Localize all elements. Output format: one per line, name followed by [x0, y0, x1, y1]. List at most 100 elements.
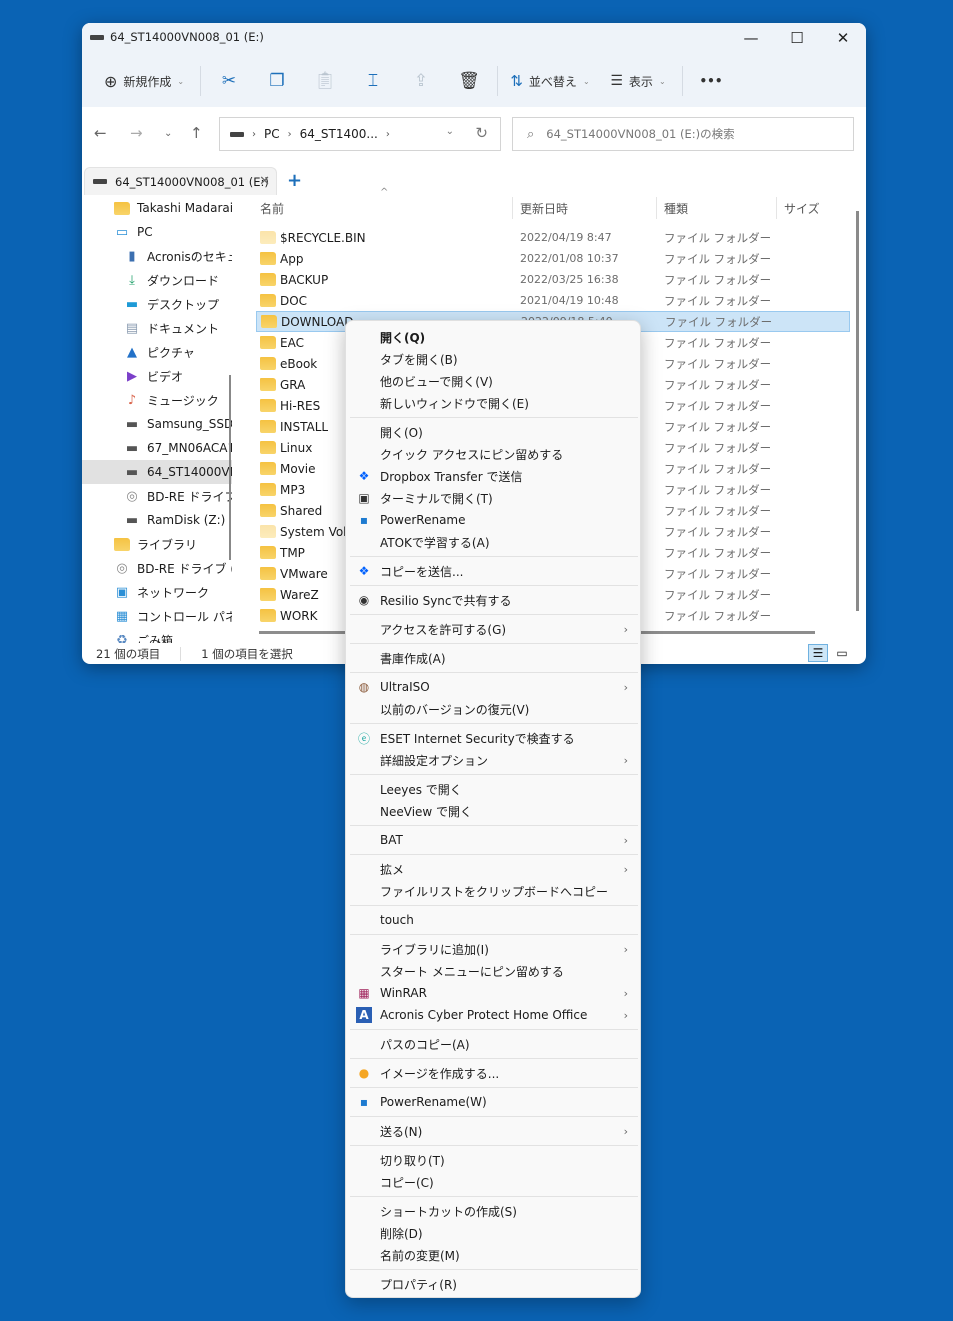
sidebar-item[interactable]: ライブラリ — [82, 532, 232, 556]
sidebar-item[interactable]: ◎ BD-RE ドライブ ( — [82, 484, 232, 508]
close-button[interactable]: ✕ — [820, 23, 866, 53]
breadcrumb-drive[interactable]: 64_ST1400... — [300, 127, 378, 141]
menu-item[interactable]: ライブラリに追加(I) › — [346, 938, 640, 960]
more-button[interactable]: ••• — [687, 65, 735, 97]
sidebar-item[interactable]: ▬ Samsung_SSD9 — [82, 412, 232, 436]
delete-button[interactable]: 🗑︎ — [445, 65, 493, 97]
file-type: ファイル フォルダー — [664, 293, 772, 308]
menu-item[interactable]: 切り取り(T) — [346, 1149, 640, 1171]
rename-button[interactable]: ⌶ — [349, 65, 397, 97]
column-name[interactable]: 名前 — [260, 200, 284, 217]
menu-item[interactable]: 開く(Q) — [346, 326, 640, 348]
menu-item[interactable]: 送る(N) › — [346, 1120, 640, 1142]
tiles-view-icon[interactable]: ▭ — [832, 644, 852, 662]
copy-button[interactable]: ❐ — [253, 65, 301, 97]
menu-item[interactable]: 拡メ › — [346, 858, 640, 880]
sidebar-item[interactable]: Takashi Madarai — [82, 196, 232, 220]
details-view-icon[interactable]: ☰ — [808, 644, 828, 662]
file-row[interactable]: BACKUP 2022/03/25 16:38 ファイル フォルダー — [256, 269, 850, 290]
column-size[interactable]: サイズ — [784, 200, 820, 217]
menu-item[interactable]: ⓔ ESET Internet Securityで検査する — [346, 727, 640, 749]
menu-item[interactable]: ▪ PowerRename — [346, 509, 640, 531]
sidebar-item[interactable]: ♻ ごみ箱 — [82, 628, 232, 644]
menu-item[interactable]: ◍ UltraISO › — [346, 676, 640, 698]
sidebar-item[interactable]: ⤓ ダウンロード — [82, 268, 232, 292]
file-row[interactable]: DOC 2021/04/19 10:48 ファイル フォルダー — [256, 290, 850, 311]
menu-item[interactable]: touch — [346, 909, 640, 931]
menu-item[interactable]: 削除(D) — [346, 1222, 640, 1244]
menu-item[interactable]: アクセスを許可する(G) › — [346, 618, 640, 640]
menu-item[interactable]: BAT › — [346, 829, 640, 851]
view-button[interactable]: ☰ 表示 ⌄ — [598, 65, 678, 97]
menu-item[interactable]: コピー(C) — [346, 1171, 640, 1193]
menu-item[interactable]: 開く(O) — [346, 421, 640, 443]
sidebar-item[interactable]: ♪ ミュージック — [82, 388, 232, 412]
menu-item[interactable]: ショートカットの作成(S) — [346, 1200, 640, 1222]
menu-item[interactable]: 詳細設定オプション › — [346, 749, 640, 771]
up-arrow-icon[interactable]: ↑ — [190, 124, 203, 142]
menu-item[interactable]: ❖ Dropbox Transfer で送信 — [346, 465, 640, 487]
menu-item[interactable]: A Acronis Cyber Protect Home Office › — [346, 1004, 640, 1026]
file-row[interactable]: $RECYCLE.BIN 2022/04/19 8:47 ファイル フォルダー — [256, 227, 850, 248]
recent-chevron-icon[interactable]: ⌄ — [164, 128, 172, 139]
file-row[interactable]: App 2022/01/08 10:37 ファイル フォルダー — [256, 248, 850, 269]
address-bar[interactable]: › PC › 64_ST1400... › ⌄ ↻ — [219, 117, 501, 151]
new-tab-icon[interactable]: + — [287, 170, 302, 191]
menu-item[interactable]: ▪ PowerRename(W) — [346, 1091, 640, 1113]
refresh-icon[interactable]: ↻ — [475, 124, 488, 142]
sidebar-item[interactable]: ▮ Acronisのセキュ — [82, 244, 232, 268]
menu-item[interactable]: 書庫作成(A) — [346, 647, 640, 669]
menu-item[interactable]: ◉ Resilio Syncで共有する — [346, 589, 640, 611]
sidebar-item[interactable]: ▬ 64_ST14000VN — [82, 460, 232, 484]
vertical-scrollbar[interactable] — [856, 211, 859, 611]
sidebar-item[interactable]: ▬ デスクトップ — [82, 292, 232, 316]
menu-item[interactable]: 以前のバージョンの復元(V) — [346, 698, 640, 720]
column-date[interactable]: 更新日時 — [520, 200, 568, 217]
column-type[interactable]: 種類 — [664, 200, 688, 217]
sidebar-item[interactable]: ▭ PC — [82, 220, 232, 244]
sidebar-item[interactable]: ◎ BD-RE ドライブ (M — [82, 556, 232, 580]
tab-drive[interactable]: 64_ST14000VN008_01 (E:) ✕ — [84, 167, 277, 195]
sidebar-item[interactable]: ▶ ビデオ — [82, 364, 232, 388]
menu-item[interactable]: スタート メニューにピン留めする — [346, 960, 640, 982]
menu-item[interactable]: ❖ コピーを送信... — [346, 560, 640, 582]
sidebar-item[interactable]: ▤ ドキュメント — [82, 316, 232, 340]
menu-item[interactable]: 新しいウィンドウで開く(E) — [346, 392, 640, 414]
menu-item[interactable]: Leeyes で開く — [346, 778, 640, 800]
sort-button[interactable]: ⇅ 並べ替え ⌄ — [502, 65, 598, 97]
sidebar-scrollbar[interactable] — [229, 200, 231, 640]
menu-item[interactable]: ATOKで学習する(A) — [346, 531, 640, 553]
close-tab-icon[interactable]: ✕ — [259, 174, 270, 189]
menu-item[interactable]: ▣ ターミナルで開く(T) — [346, 487, 640, 509]
sidebar-item-label: ネットワーク — [137, 585, 210, 600]
menu-item[interactable]: タブを開く(B) — [346, 348, 640, 370]
menu-item[interactable]: パスのコピー(A) — [346, 1033, 640, 1055]
sidebar-item[interactable]: ▲ ピクチャ — [82, 340, 232, 364]
menu-item[interactable]: ● イメージを作成する... — [346, 1062, 640, 1084]
menu-item-label: タブを開く(B) — [380, 352, 458, 367]
menu-item[interactable]: プロパティ(R) — [346, 1273, 640, 1295]
menu-item[interactable]: クイック アクセスにピン留めする — [346, 443, 640, 465]
sidebar-item[interactable]: ▦ コントロール パネル — [82, 604, 232, 628]
breadcrumb-pc[interactable]: PC — [264, 127, 280, 141]
address-dropdown-icon[interactable]: ⌄ — [446, 126, 454, 137]
sidebar-item[interactable]: ▬ 67_MN06ACA1 — [82, 436, 232, 460]
sidebar-item[interactable]: ▬ RamDisk (Z:) — [82, 508, 232, 532]
new-button[interactable]: ⊕ 新規作成 ⌄ — [92, 65, 196, 97]
forward-arrow-icon[interactable]: → — [130, 124, 143, 142]
search-input[interactable]: ⌕ 64_ST14000VN008_01 (E:)の検索 — [512, 117, 854, 151]
cut-button[interactable]: ✂ — [205, 65, 253, 97]
menu-item[interactable]: ファイルリストをクリップボードへコピー — [346, 880, 640, 902]
menu-item[interactable]: 名前の変更(M) — [346, 1244, 640, 1266]
back-arrow-icon[interactable]: ← — [94, 124, 107, 142]
sidebar-item-label: BD-RE ドライブ (M — [137, 561, 232, 576]
maximize-button[interactable]: ☐ — [774, 23, 820, 53]
menu-item[interactable]: ▦ WinRAR › — [346, 982, 640, 1004]
menu-item[interactable]: NeeView で開く — [346, 800, 640, 822]
paste-button[interactable]: 📋︎ — [301, 65, 349, 97]
menu-item[interactable]: 他のビューで開く(V) — [346, 370, 640, 392]
chevron-right-icon[interactable]: › — [386, 129, 390, 140]
minimize-button[interactable]: — — [728, 23, 774, 53]
share-button[interactable]: ⇪ — [397, 65, 445, 97]
sidebar-item[interactable]: ▣ ネットワーク — [82, 580, 232, 604]
